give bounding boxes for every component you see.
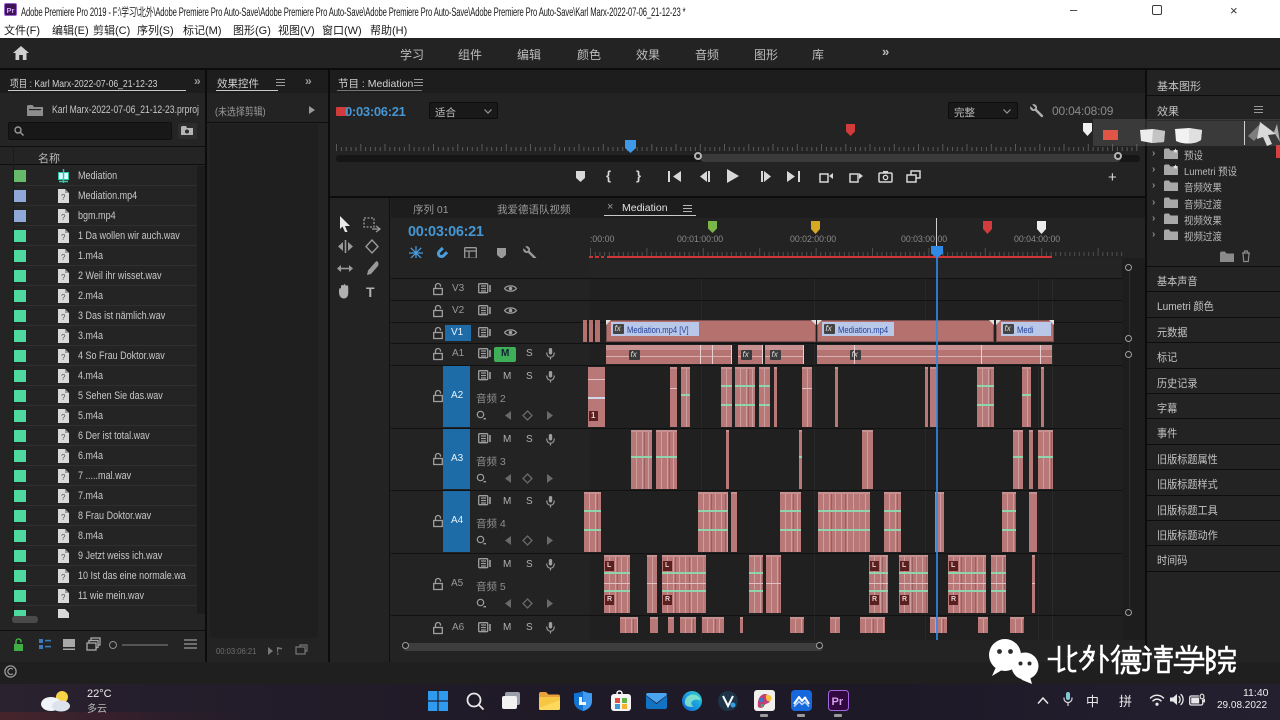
svg-text:?: ? bbox=[61, 453, 66, 462]
svg-text:?: ? bbox=[61, 573, 66, 582]
svg-text:?: ? bbox=[61, 473, 66, 482]
svg-text:?: ? bbox=[61, 353, 66, 362]
svg-text:?: ? bbox=[61, 373, 66, 382]
svg-text:?: ? bbox=[61, 593, 66, 602]
svg-text:?: ? bbox=[61, 333, 66, 342]
svg-text:?: ? bbox=[61, 193, 66, 202]
svg-text:?: ? bbox=[61, 313, 66, 322]
svg-text:?: ? bbox=[61, 213, 66, 222]
svg-text:?: ? bbox=[61, 433, 66, 442]
svg-text:?: ? bbox=[61, 553, 66, 562]
svg-text:?: ? bbox=[61, 233, 66, 242]
svg-text:?: ? bbox=[61, 533, 66, 542]
svg-text:?: ? bbox=[61, 393, 66, 402]
svg-text:?: ? bbox=[61, 493, 66, 502]
svg-text:?: ? bbox=[61, 513, 66, 522]
svg-text:?: ? bbox=[61, 293, 66, 302]
svg-text:?: ? bbox=[61, 413, 66, 422]
svg-text:?: ? bbox=[61, 273, 66, 282]
svg-text:Pr: Pr bbox=[832, 696, 844, 708]
svg-text:?: ? bbox=[61, 253, 66, 262]
